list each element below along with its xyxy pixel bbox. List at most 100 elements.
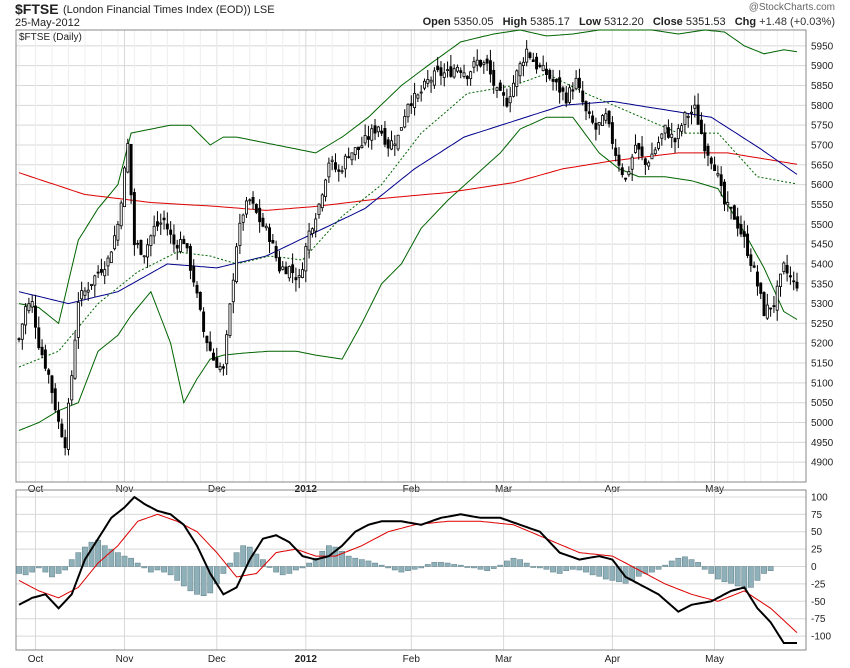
candle-body (488, 60, 492, 75)
candle-body (759, 282, 763, 294)
histogram-bar (655, 566, 662, 570)
candle-body (502, 92, 506, 96)
y-tick-label: 4950 (811, 438, 834, 449)
histogram-bar (279, 566, 286, 576)
histogram-bar (42, 566, 49, 573)
candle-body (373, 125, 377, 134)
candle-body (601, 115, 604, 126)
histogram-bar (747, 566, 754, 588)
candle-body (396, 134, 400, 150)
candle-body (17, 338, 21, 341)
candle-body (37, 327, 41, 349)
candle-body (653, 149, 657, 155)
candle-body (709, 157, 713, 164)
histogram-bar (147, 566, 154, 573)
y-tick-label: 100 (811, 492, 828, 503)
histogram-bar (55, 566, 62, 574)
candle-body (512, 82, 515, 97)
histogram-bar (141, 566, 148, 569)
candle-body (218, 366, 222, 371)
candle-body (86, 289, 90, 293)
histogram-bar (378, 564, 385, 567)
candle-body (640, 146, 644, 157)
histogram-bar (75, 552, 82, 567)
candle-body (103, 269, 107, 277)
histogram-bar (167, 566, 174, 576)
y-tick-label: -50 (811, 597, 826, 608)
candle-body (423, 80, 426, 89)
candle-body (63, 437, 67, 449)
candle-body (169, 229, 173, 235)
y-tick-label: -100 (811, 632, 831, 643)
candle-body (126, 143, 130, 173)
candle-body (366, 136, 370, 140)
candle-body (30, 301, 34, 308)
x-tick-label: Mar (495, 654, 513, 665)
candle-body (792, 280, 796, 283)
candle-body (113, 235, 117, 250)
candle-body (119, 202, 123, 227)
histogram-bar (29, 566, 36, 573)
histogram-bar (233, 552, 240, 567)
candle-body (620, 167, 624, 175)
histogram-bar (761, 566, 767, 574)
candle-body (633, 144, 637, 153)
candle-body (353, 147, 357, 155)
histogram-bar (530, 566, 537, 568)
candle-body (363, 135, 367, 144)
candle-body (525, 48, 529, 63)
candle-body (76, 301, 80, 338)
histogram-bar (345, 555, 352, 567)
macd-panel[interactable]: -100 -75 -50 -25 0 25 50 75 100 Oct Nov Dec 2012 Feb M… (15, 489, 831, 665)
candle-body (238, 222, 242, 246)
y-tick-label: 5400 (811, 259, 834, 270)
candle-body (604, 113, 608, 121)
candle-body (479, 59, 482, 67)
y-tick-label: 0 (811, 562, 817, 573)
histogram-bar (563, 566, 570, 571)
candle-body (558, 77, 562, 93)
candle-body (624, 177, 628, 180)
candle-body (779, 273, 782, 287)
candle-body (172, 234, 176, 245)
candle-body (749, 254, 753, 266)
candle-body (614, 147, 618, 156)
histogram-bar (701, 566, 708, 570)
candle-body (531, 59, 535, 63)
candle-body (736, 216, 740, 229)
candle-body (24, 306, 28, 326)
candle-body (136, 242, 140, 245)
candle-body (330, 159, 334, 162)
price-panel[interactable]: 4900 4950 5000 5050 5100 5150 5200 5250 5300 5350… (15, 29, 834, 495)
candle-body (485, 58, 489, 64)
y-tick-label: 5100 (811, 378, 834, 389)
y-tick-label: -75 (811, 614, 826, 625)
candle-body (732, 205, 736, 220)
x-tick-label: Apr (605, 654, 621, 665)
histogram-bar (358, 559, 365, 567)
candle-body (221, 366, 225, 369)
histogram-bar (194, 566, 200, 595)
histogram-bar (306, 562, 312, 567)
candle-body (50, 375, 54, 393)
x-tick-label: 2012 (295, 654, 318, 665)
y-tick-label: 5850 (811, 81, 834, 92)
histogram-bar (734, 566, 741, 587)
candle-body (541, 64, 545, 71)
histogram-bar (115, 552, 121, 567)
candle-body (693, 104, 697, 109)
candle-body (574, 77, 578, 90)
candle-body (277, 257, 281, 272)
candle-body (729, 206, 733, 209)
candle-body (347, 156, 351, 159)
candle-body (762, 292, 766, 317)
candle-body (370, 128, 374, 141)
histogram-bar (510, 557, 517, 567)
candle-body (469, 71, 473, 80)
candle-body (403, 116, 407, 128)
histogram-bar (240, 545, 247, 567)
candle-body (568, 87, 572, 103)
histogram-bar (536, 566, 543, 569)
candle-body (673, 138, 677, 143)
candle-body (544, 68, 548, 75)
